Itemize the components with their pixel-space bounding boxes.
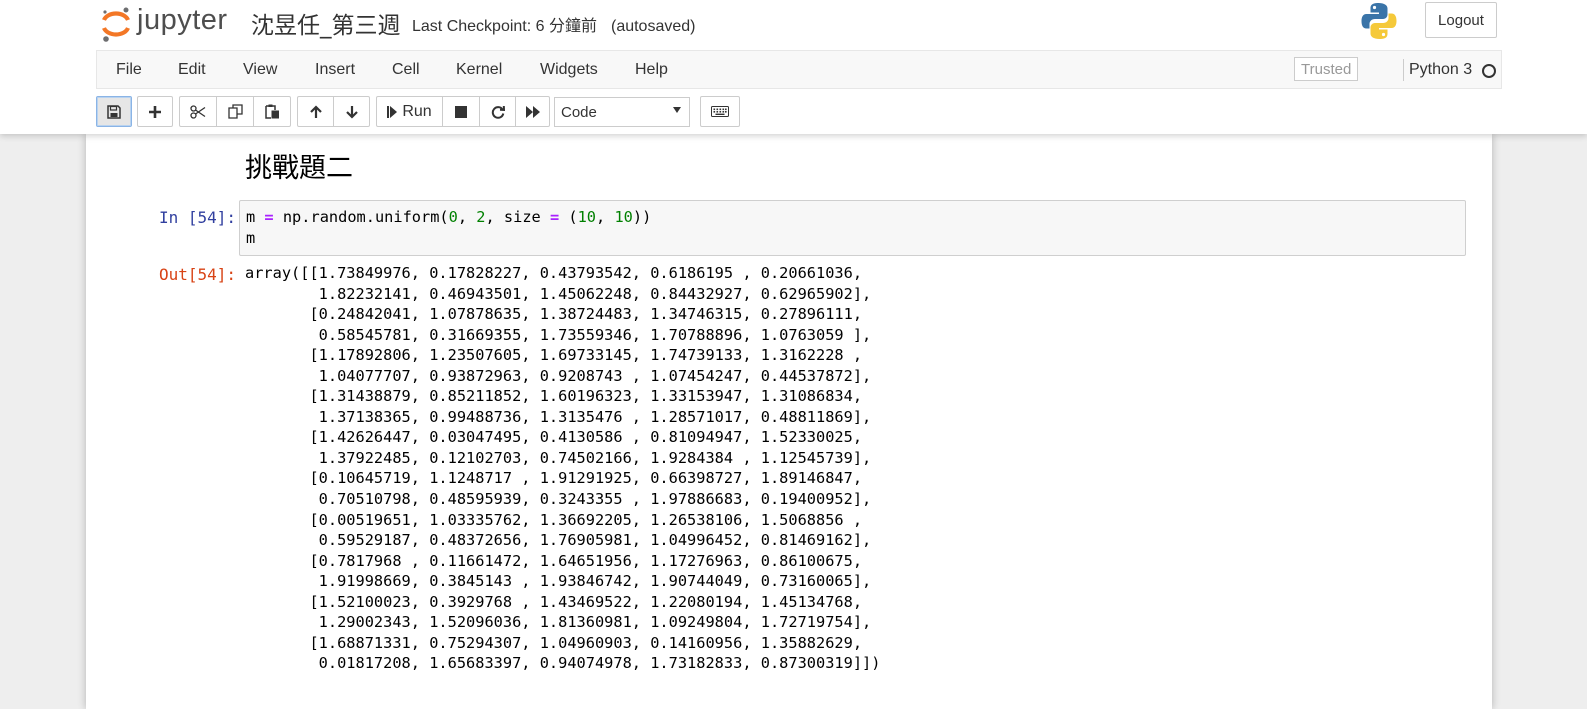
code-number: 10 (614, 208, 633, 226)
step-forward-icon (387, 105, 398, 118)
output-line: 0.58545781, 0.31669355, 1.73559346, 1.70… (245, 325, 872, 344)
output-line: 1.82232141, 0.46943501, 1.45062248, 0.84… (245, 284, 872, 303)
menu-widgets[interactable]: Widgets (540, 61, 598, 79)
restart-kernel-button[interactable] (479, 96, 516, 127)
menu-help[interactable]: Help (635, 61, 668, 79)
code-operator: = (549, 208, 560, 226)
header: jupyter 沈昱任_第三週 Last Checkpoint: 6 分鐘前 (a… (0, 0, 1587, 134)
menu-cell[interactable]: Cell (392, 61, 420, 79)
kernel-idle-icon (1482, 64, 1496, 78)
kernel-name[interactable]: Python 3 (1409, 61, 1472, 79)
autosave-status: (autosaved) (610, 18, 696, 35)
menu-view[interactable]: View (243, 61, 277, 79)
code-token: , size (485, 208, 550, 226)
code-token: m (246, 229, 256, 247)
insert-cell-button[interactable] (137, 96, 173, 127)
stop-icon (455, 105, 467, 118)
logout-button[interactable]: Logout (1425, 2, 1497, 38)
command-palette-button[interactable] (700, 96, 740, 127)
arrow-down-icon (345, 105, 358, 119)
code-token: , (596, 208, 615, 226)
run-label: Run (402, 102, 432, 120)
code-editor[interactable]: m = np.random.uniform(0, 2, size = (10, … (246, 207, 651, 249)
output-line: [1.42626447, 0.03047495, 0.4130586 , 0.8… (245, 428, 863, 447)
output-line: 1.37922485, 0.12102703, 0.74502166, 1.92… (245, 448, 872, 467)
plus-icon (149, 105, 161, 118)
checkpoint-label: Last Checkpoint: 6 分鐘前 (412, 18, 597, 35)
output-line: 1.29002343, 1.52096036, 1.81360981, 1.09… (245, 613, 872, 632)
code-token: )) (632, 208, 652, 226)
paste-icon (264, 104, 279, 119)
jupyter-logo-icon (101, 6, 131, 42)
notebook-page: 挑戰題二 In [54]: m = np.random.uniform(0, 2… (86, 134, 1492, 709)
code-token: m (246, 208, 265, 226)
save-button[interactable] (96, 96, 132, 127)
output-line: 1.37138365, 0.99488736, 1.3135476 , 1.28… (245, 407, 872, 426)
input-prompt: In [54]: (158, 208, 236, 227)
output-line: 0.59529187, 0.48372656, 1.76905981, 1.04… (245, 531, 872, 550)
menu-edit[interactable]: Edit (178, 61, 206, 79)
restart-run-all-button[interactable] (515, 96, 550, 127)
fast-forward-icon (525, 105, 540, 118)
output-line: [0.24842041, 1.07878635, 1.38724483, 1.3… (245, 305, 863, 324)
code-number: 10 (577, 208, 597, 226)
code-number: 0 (448, 208, 458, 226)
scissors-icon (190, 104, 206, 119)
cell-output: array([[1.73849976, 0.17828227, 0.437935… (245, 263, 880, 674)
copy-button[interactable] (216, 96, 254, 127)
move-cell-up-button[interactable] (297, 96, 334, 127)
menu-insert[interactable]: Insert (315, 61, 355, 79)
code-input-area[interactable]: m = np.random.uniform(0, 2, size = (10, … (239, 200, 1466, 256)
kernel-separator (1403, 59, 1404, 81)
jupyter-logo[interactable]: jupyter (101, 4, 236, 44)
python-logo-icon (1361, 2, 1397, 40)
output-line: 1.04077707, 0.93872963, 0.9208743 , 1.07… (245, 366, 872, 385)
menu-kernel[interactable]: Kernel (456, 61, 502, 79)
restart-icon (491, 105, 505, 119)
output-line: [1.17892806, 1.23507605, 1.69733145, 1.7… (245, 346, 863, 365)
move-cell-down-button[interactable] (333, 96, 370, 127)
output-line: [0.7817968 , 0.11661472, 1.64651956, 1.1… (245, 551, 863, 570)
output-line: [1.31438879, 0.85211852, 1.60196323, 1.3… (245, 387, 863, 406)
notebook-name[interactable]: 沈昱任_第三週 (251, 6, 401, 40)
run-button[interactable]: Run (376, 96, 443, 127)
code-token: np.random.uniform( (273, 208, 449, 226)
output-line: [1.68871331, 0.75294307, 1.04960903, 0.1… (245, 633, 863, 652)
trusted-indicator[interactable]: Trusted (1294, 57, 1358, 81)
cut-button[interactable] (179, 96, 217, 127)
save-icon (107, 104, 121, 119)
chevron-down-icon (673, 107, 681, 113)
arrow-up-icon (309, 104, 322, 118)
output-line: 0.01817208, 1.65683397, 0.94074978, 1.73… (245, 654, 881, 673)
interrupt-kernel-button[interactable] (442, 96, 480, 127)
copy-icon (227, 104, 243, 119)
output-line: [0.10645719, 1.1248717 , 1.91291925, 0.6… (245, 469, 863, 488)
output-line: array([[1.73849976, 0.17828227, 0.437935… (245, 264, 863, 282)
output-line: 1.91998669, 0.3845143 , 1.93846742, 1.90… (245, 572, 872, 591)
menu-file[interactable]: File (116, 61, 142, 79)
output-line: [1.52100023, 0.3929768 , 1.43469522, 1.2… (245, 592, 863, 611)
paste-button[interactable] (253, 96, 291, 127)
code-token: ( (559, 208, 578, 226)
cell-type-value: Code (561, 104, 597, 121)
markdown-heading[interactable]: 挑戰題二 (245, 146, 353, 185)
cell-type-select[interactable]: Code (554, 97, 690, 127)
keyboard-icon (711, 106, 729, 117)
menubar: File Edit View Insert Cell Kernel Widget… (96, 50, 1502, 89)
output-line: 0.70510798, 0.48595939, 0.3243355 , 1.97… (245, 490, 872, 509)
jupyter-logo-text: jupyter (137, 4, 228, 36)
code-operator: = (264, 208, 274, 226)
output-line: [0.00519651, 1.03335762, 1.36692205, 1.2… (245, 510, 863, 529)
checkpoint-status: Last Checkpoint: 6 分鐘前 (autosaved) (412, 12, 695, 36)
code-token: , (457, 208, 477, 226)
output-prompt: Out[54]: (158, 265, 236, 284)
